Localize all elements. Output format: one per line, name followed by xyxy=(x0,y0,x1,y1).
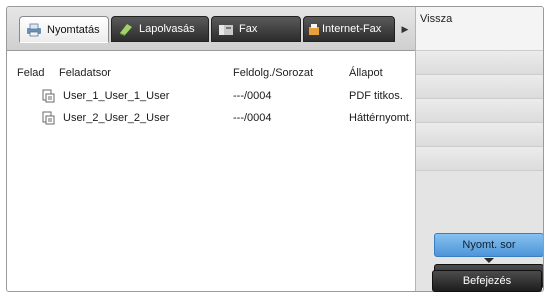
tab-internet-fax-label: Internet-Fax xyxy=(322,23,382,35)
tab-fax-label: Fax xyxy=(239,23,258,35)
completed-button[interactable]: Befejezés xyxy=(432,270,542,292)
side-panel-slot xyxy=(416,99,543,123)
column-header-progress: Feldolg./Sorozat xyxy=(233,67,314,79)
tab-print-label: Nyomtatás xyxy=(47,23,100,36)
job-name: User_1_User_1_User xyxy=(63,90,170,102)
mode-tabbar: Nyomtatás Lapolvasás Fax Internet-Fax ▶ xyxy=(7,7,415,51)
side-panel-slot xyxy=(416,51,543,75)
job-name: User_2_User_2_User xyxy=(63,112,170,124)
tab-scan-label: Lapolvasás xyxy=(139,23,195,35)
tab-scan[interactable]: Lapolvasás xyxy=(111,16,209,42)
print-icon xyxy=(26,23,42,37)
side-panel-slot xyxy=(416,75,543,99)
back-button[interactable]: Vissza xyxy=(416,7,543,51)
tab-internet-fax[interactable]: Internet-Fax xyxy=(303,16,395,42)
table-row[interactable]: User_1_User_1_User ---/0004 PDF titkos. xyxy=(7,87,415,107)
job-status: PDF titkos. xyxy=(349,90,403,102)
job-status-window: Nyomtatás Lapolvasás Fax Internet-Fax ▶ … xyxy=(6,6,544,292)
column-header-sender: Felad xyxy=(17,67,45,79)
chevron-down-icon xyxy=(484,258,494,263)
side-panel-slot xyxy=(416,123,543,147)
table-row[interactable]: User_2_User_2_User ---/0004 Háttérnyomt. xyxy=(7,109,415,129)
print-job-icon xyxy=(41,89,55,103)
job-progress: ---/0004 xyxy=(233,90,272,102)
print-job-icon xyxy=(41,111,55,125)
tab-print[interactable]: Nyomtatás xyxy=(19,16,109,43)
scan-icon xyxy=(118,22,134,36)
job-progress: ---/0004 xyxy=(233,112,272,124)
tab-fax[interactable]: Fax xyxy=(211,16,301,42)
side-panel: Vissza Nyomt. sor Feladatsor xyxy=(415,7,543,291)
fax-icon xyxy=(218,22,234,36)
print-queue-button[interactable]: Nyomt. sor xyxy=(434,233,543,257)
column-header-job: Feladatsor xyxy=(59,67,111,79)
side-panel-slot xyxy=(416,147,543,171)
job-status: Háttérnyomt. xyxy=(349,112,412,124)
tab-scroll-right-icon[interactable]: ▶ xyxy=(397,16,413,42)
internet-fax-icon xyxy=(308,22,320,36)
column-header-status: Állapot xyxy=(349,67,383,79)
